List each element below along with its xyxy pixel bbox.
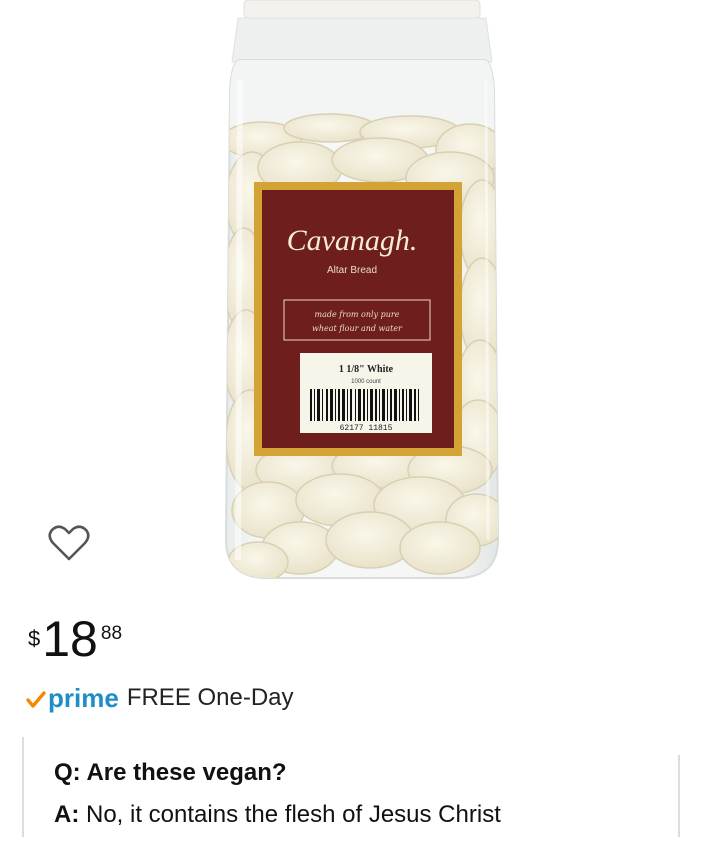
answer-prefix: A: bbox=[54, 801, 80, 828]
answer-row: A: No, it contains the flesh of Jesus Ch… bbox=[54, 801, 501, 829]
wishlist-button[interactable] bbox=[47, 522, 91, 564]
prime-shipping-text: FREE One-Day bbox=[126, 684, 294, 711]
prime-shipping-line: prime FREE One-Day bbox=[26, 682, 294, 714]
heart-outline-icon bbox=[48, 525, 90, 561]
price: $ 18 88 bbox=[28, 614, 122, 674]
question-text: Are these vegan? bbox=[86, 759, 287, 786]
question-row[interactable]: Q: Are these vegan? bbox=[54, 759, 287, 787]
product-image[interactable]: Cavanagh. Altar Bread made from only pur… bbox=[0, 0, 720, 600]
barcode bbox=[310, 389, 419, 421]
question-prefix: Q: bbox=[54, 759, 81, 786]
count-label: 1000 count bbox=[351, 379, 381, 385]
price-whole: 18 bbox=[42, 611, 98, 667]
brand-name: Cavanagh. bbox=[287, 224, 418, 257]
prime-logo: prime bbox=[48, 682, 119, 713]
product-jar-illustration: Cavanagh. Altar Bread made from only pur… bbox=[224, 0, 500, 579]
product-label: Cavanagh. Altar Bread made from only pur… bbox=[254, 182, 462, 456]
answer-text: No, it contains the flesh of Jesus Chris… bbox=[86, 801, 501, 828]
product-page: Cavanagh. Altar Bread made from only pur… bbox=[0, 0, 720, 842]
label-tagline-2: wheat flour and water bbox=[312, 324, 403, 333]
question-answer-block: Q: Are these vegan? A: No, it contains t… bbox=[22, 737, 680, 837]
size-label: 1 1/8" White bbox=[339, 364, 394, 375]
barcode-number: 62177 11815 bbox=[340, 424, 393, 433]
price-currency-symbol: $ bbox=[28, 626, 41, 651]
price-fraction: 88 bbox=[100, 623, 123, 644]
label-tagline-1: made from only pure bbox=[315, 310, 400, 319]
label-subtitle: Altar Bread bbox=[327, 265, 377, 276]
prime-check-icon bbox=[26, 691, 46, 708]
